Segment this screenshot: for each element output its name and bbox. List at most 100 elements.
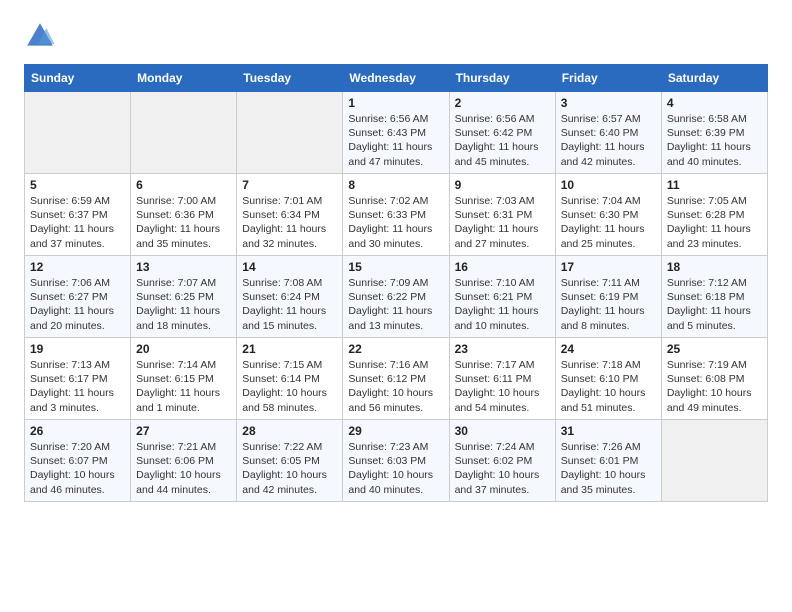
day-number: 9: [455, 178, 550, 192]
day-number: 26: [30, 424, 125, 438]
day-number: 22: [348, 342, 443, 356]
calendar-cell: 5 Sunrise: 6:59 AM Sunset: 6:37 PM Daylig…: [25, 174, 131, 256]
calendar-cell: 17Sunrise: 7:11 AM Sunset: 6:19 PM Dayli…: [555, 256, 661, 338]
day-info: Sunrise: 7:17 AM Sunset: 6:11 PM Dayligh…: [455, 358, 550, 415]
calendar-cell: [131, 92, 237, 174]
header-row: SundayMondayTuesdayWednesdayThursdayFrid…: [25, 65, 768, 92]
day-info: Sunrise: 7:21 AM Sunset: 6:06 PM Dayligh…: [136, 440, 231, 497]
calendar-cell: 4 Sunrise: 6:58 AM Sunset: 6:39 PM Daylig…: [661, 92, 767, 174]
header-saturday: Saturday: [661, 65, 767, 92]
day-number: 8: [348, 178, 443, 192]
day-info: Sunrise: 7:13 AM Sunset: 6:17 PM Dayligh…: [30, 358, 125, 415]
week-row-2: 12Sunrise: 7:06 AM Sunset: 6:27 PM Dayli…: [25, 256, 768, 338]
day-number: 31: [561, 424, 656, 438]
day-info: Sunrise: 7:01 AM Sunset: 6:34 PM Dayligh…: [242, 194, 337, 251]
calendar-cell: 31 Sunrise: 7:26 AM Sunset: 6:01 PM Dayli…: [555, 420, 661, 502]
day-info: Sunrise: 7:22 AM Sunset: 6:05 PM Dayligh…: [242, 440, 337, 497]
calendar-cell: [661, 420, 767, 502]
logo-icon: [24, 20, 56, 52]
day-info: Sunrise: 7:26 AM Sunset: 6:01 PM Dayligh…: [561, 440, 656, 497]
day-number: 3: [561, 96, 656, 110]
calendar-cell: 14 Sunrise: 7:08 AM Sunset: 6:24 PM Dayli…: [237, 256, 343, 338]
day-info: Sunrise: 7:09 AM Sunset: 6:22 PM Dayligh…: [348, 276, 443, 333]
calendar-cell: 20 Sunrise: 7:14 AM Sunset: 6:15 PM Dayli…: [131, 338, 237, 420]
logo: [24, 20, 60, 52]
calendar-cell: [237, 92, 343, 174]
day-number: 18: [667, 260, 762, 274]
day-info: Sunrise: 7:19 AM Sunset: 6:08 PM Dayligh…: [667, 358, 762, 415]
calendar-cell: 28Sunrise: 7:22 AM Sunset: 6:05 PM Dayli…: [237, 420, 343, 502]
calendar-cell: 18Sunrise: 7:12 AM Sunset: 6:18 PM Dayli…: [661, 256, 767, 338]
day-number: 19: [30, 342, 125, 356]
day-info: Sunrise: 6:58 AM Sunset: 6:39 PM Dayligh…: [667, 112, 762, 169]
day-info: Sunrise: 7:02 AM Sunset: 6:33 PM Dayligh…: [348, 194, 443, 251]
calendar-cell: 8 Sunrise: 7:02 AM Sunset: 6:33 PM Daylig…: [343, 174, 449, 256]
day-info: Sunrise: 7:24 AM Sunset: 6:02 PM Dayligh…: [455, 440, 550, 497]
week-row-1: 5 Sunrise: 6:59 AM Sunset: 6:37 PM Daylig…: [25, 174, 768, 256]
day-info: Sunrise: 7:07 AM Sunset: 6:25 PM Dayligh…: [136, 276, 231, 333]
day-number: 15: [348, 260, 443, 274]
day-number: 13: [136, 260, 231, 274]
day-info: Sunrise: 7:05 AM Sunset: 6:28 PM Dayligh…: [667, 194, 762, 251]
header-tuesday: Tuesday: [237, 65, 343, 92]
day-number: 10: [561, 178, 656, 192]
week-row-0: 1 Sunrise: 6:56 AM Sunset: 6:43 PM Daylig…: [25, 92, 768, 174]
header-wednesday: Wednesday: [343, 65, 449, 92]
day-number: 23: [455, 342, 550, 356]
calendar-header: SundayMondayTuesdayWednesdayThursdayFrid…: [25, 65, 768, 92]
calendar-cell: 29Sunrise: 7:23 AM Sunset: 6:03 PM Dayli…: [343, 420, 449, 502]
calendar-cell: 3 Sunrise: 6:57 AM Sunset: 6:40 PM Daylig…: [555, 92, 661, 174]
day-number: 1: [348, 96, 443, 110]
day-info: Sunrise: 7:18 AM Sunset: 6:10 PM Dayligh…: [561, 358, 656, 415]
calendar-cell: 13 Sunrise: 7:07 AM Sunset: 6:25 PM Dayli…: [131, 256, 237, 338]
day-number: 5: [30, 178, 125, 192]
day-info: Sunrise: 7:00 AM Sunset: 6:36 PM Dayligh…: [136, 194, 231, 251]
week-row-4: 26 Sunrise: 7:20 AM Sunset: 6:07 PM Dayli…: [25, 420, 768, 502]
calendar-cell: 11 Sunrise: 7:05 AM Sunset: 6:28 PM Dayli…: [661, 174, 767, 256]
calendar-cell: 6 Sunrise: 7:00 AM Sunset: 6:36 PM Daylig…: [131, 174, 237, 256]
day-info: Sunrise: 6:56 AM Sunset: 6:42 PM Dayligh…: [455, 112, 550, 169]
day-info: Sunrise: 6:59 AM Sunset: 6:37 PM Dayligh…: [30, 194, 125, 251]
day-number: 17: [561, 260, 656, 274]
day-number: 30: [455, 424, 550, 438]
day-info: Sunrise: 7:20 AM Sunset: 6:07 PM Dayligh…: [30, 440, 125, 497]
calendar-cell: 19 Sunrise: 7:13 AM Sunset: 6:17 PM Dayli…: [25, 338, 131, 420]
calendar-cell: 2Sunrise: 6:56 AM Sunset: 6:42 PM Daylig…: [449, 92, 555, 174]
calendar-cell: 25 Sunrise: 7:19 AM Sunset: 6:08 PM Dayli…: [661, 338, 767, 420]
calendar-cell: 26 Sunrise: 7:20 AM Sunset: 6:07 PM Dayli…: [25, 420, 131, 502]
calendar-cell: 15 Sunrise: 7:09 AM Sunset: 6:22 PM Dayli…: [343, 256, 449, 338]
calendar-cell: 23 Sunrise: 7:17 AM Sunset: 6:11 PM Dayli…: [449, 338, 555, 420]
calendar-cell: 12Sunrise: 7:06 AM Sunset: 6:27 PM Dayli…: [25, 256, 131, 338]
day-number: 25: [667, 342, 762, 356]
day-number: 29: [348, 424, 443, 438]
calendar-cell: 16 Sunrise: 7:10 AM Sunset: 6:21 PM Dayli…: [449, 256, 555, 338]
header-sunday: Sunday: [25, 65, 131, 92]
calendar-cell: 1 Sunrise: 6:56 AM Sunset: 6:43 PM Daylig…: [343, 92, 449, 174]
day-info: Sunrise: 7:03 AM Sunset: 6:31 PM Dayligh…: [455, 194, 550, 251]
day-info: Sunrise: 6:57 AM Sunset: 6:40 PM Dayligh…: [561, 112, 656, 169]
calendar-cell: 24Sunrise: 7:18 AM Sunset: 6:10 PM Dayli…: [555, 338, 661, 420]
day-number: 6: [136, 178, 231, 192]
calendar-table: SundayMondayTuesdayWednesdayThursdayFrid…: [24, 64, 768, 502]
calendar-cell: 27 Sunrise: 7:21 AM Sunset: 6:06 PM Dayli…: [131, 420, 237, 502]
day-info: Sunrise: 7:14 AM Sunset: 6:15 PM Dayligh…: [136, 358, 231, 415]
day-number: 16: [455, 260, 550, 274]
day-info: Sunrise: 7:04 AM Sunset: 6:30 PM Dayligh…: [561, 194, 656, 251]
day-number: 14: [242, 260, 337, 274]
day-info: Sunrise: 7:08 AM Sunset: 6:24 PM Dayligh…: [242, 276, 337, 333]
calendar-body: 1 Sunrise: 6:56 AM Sunset: 6:43 PM Daylig…: [25, 92, 768, 502]
day-info: Sunrise: 7:10 AM Sunset: 6:21 PM Dayligh…: [455, 276, 550, 333]
day-number: 27: [136, 424, 231, 438]
calendar-cell: 7 Sunrise: 7:01 AM Sunset: 6:34 PM Daylig…: [237, 174, 343, 256]
day-number: 20: [136, 342, 231, 356]
day-info: Sunrise: 6:56 AM Sunset: 6:43 PM Dayligh…: [348, 112, 443, 169]
day-number: 21: [242, 342, 337, 356]
day-number: 7: [242, 178, 337, 192]
calendar-cell: 10 Sunrise: 7:04 AM Sunset: 6:30 PM Dayli…: [555, 174, 661, 256]
day-info: Sunrise: 7:15 AM Sunset: 6:14 PM Dayligh…: [242, 358, 337, 415]
day-number: 11: [667, 178, 762, 192]
calendar-cell: 21 Sunrise: 7:15 AM Sunset: 6:14 PM Dayli…: [237, 338, 343, 420]
day-number: 4: [667, 96, 762, 110]
week-row-3: 19 Sunrise: 7:13 AM Sunset: 6:17 PM Dayli…: [25, 338, 768, 420]
header-monday: Monday: [131, 65, 237, 92]
